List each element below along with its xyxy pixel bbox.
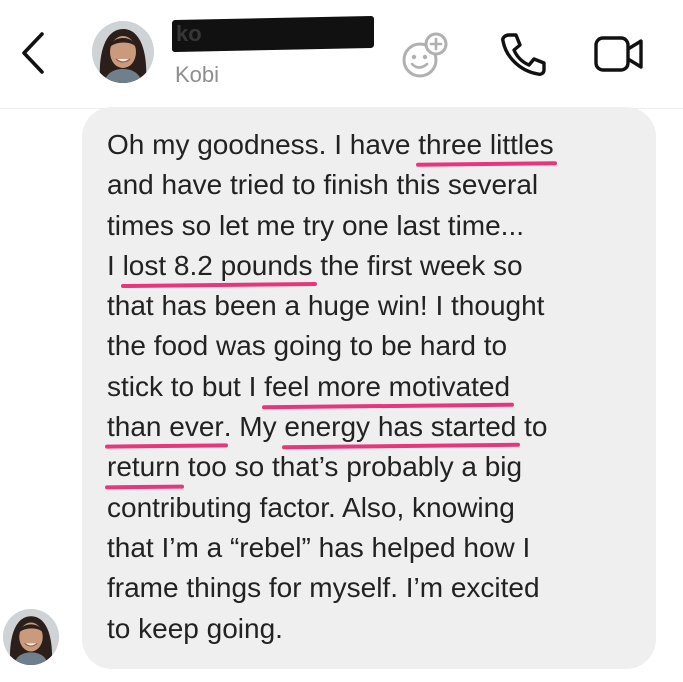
message-line: to keep going. xyxy=(107,609,647,649)
message-line: stick to but I feel more motivated xyxy=(107,367,647,407)
message-line: than ever. My energy has started to xyxy=(107,407,647,447)
highlighted-phrase: than ever xyxy=(107,407,224,447)
message-line: and have tried to finish this several xyxy=(107,165,647,205)
contact-avatar[interactable] xyxy=(92,21,154,83)
highlighted-phrase: return xyxy=(107,447,180,487)
highlighted-phrase: lost 8.2 pounds xyxy=(123,246,313,286)
message-text-segment: frame things for myself. I’m excited xyxy=(107,572,540,604)
video-camera-icon xyxy=(594,36,643,72)
message-text-segment: and have tried to finish this several xyxy=(107,169,539,201)
phone-icon xyxy=(501,33,546,76)
sender-avatar[interactable] xyxy=(3,609,59,665)
message-line: that I’m a “rebel” has helped how I xyxy=(107,528,647,568)
message-text-segment: I xyxy=(107,249,123,281)
message-text: Oh my goodness. I have three littles and … xyxy=(107,125,647,649)
message-text-segment: times so let me try one last time... xyxy=(107,209,525,241)
profile-photo xyxy=(92,21,154,83)
chat-screen: ko Kobi Oh my goodness. I have three lit… xyxy=(0,0,683,682)
highlighted-phrase: energy has started xyxy=(284,407,516,447)
sticker-effects-icon xyxy=(402,32,448,78)
contact-username-redacted: ko xyxy=(176,22,202,46)
back-button[interactable] xyxy=(14,30,54,76)
message-line: contributing factor. Also, knowing xyxy=(107,488,647,528)
contact-name[interactable]: Kobi xyxy=(175,62,219,88)
message-line: Oh my goodness. I have three littles xyxy=(107,125,647,165)
message-text-segment: stick to but I xyxy=(107,370,265,402)
message-line: times so let me try one last time... xyxy=(107,206,647,246)
message-text-segment: contributing factor. Also, knowing xyxy=(107,491,515,523)
highlighted-phrase: three littles xyxy=(418,125,553,165)
message-text-segment: to keep going. xyxy=(107,612,283,644)
message-text-segment: to xyxy=(516,411,548,443)
chat-header: ko Kobi xyxy=(0,0,683,109)
message-text-segment: that has been a huge win! I thought xyxy=(107,290,545,322)
chevron-left-icon xyxy=(22,32,44,74)
message-text-segment: Oh my goodness. I have xyxy=(107,129,419,160)
message-text-segment: that I’m a “rebel” has helped how I xyxy=(107,531,531,563)
highlighted-phrase: feel more motivated xyxy=(264,367,510,407)
profile-photo xyxy=(3,609,59,665)
video-call-button[interactable] xyxy=(592,32,646,76)
message-text-segment: the first week so xyxy=(312,249,523,281)
message-line: return too so that’s probably a big xyxy=(107,447,647,487)
message-text-segment: too so that’s probably a big xyxy=(180,451,523,483)
audio-call-button[interactable] xyxy=(497,30,547,78)
message-line: I lost 8.2 pounds the first week so xyxy=(107,246,647,286)
effects-button[interactable] xyxy=(398,32,452,80)
message-text-segment: the food was going to be hard to xyxy=(107,330,508,362)
message-text-segment: . My xyxy=(223,411,285,443)
message-line: that has been a huge win! I thought xyxy=(107,286,647,326)
message-line: the food was going to be hard to xyxy=(107,326,647,366)
message-line: frame things for myself. I’m excited xyxy=(107,568,647,608)
